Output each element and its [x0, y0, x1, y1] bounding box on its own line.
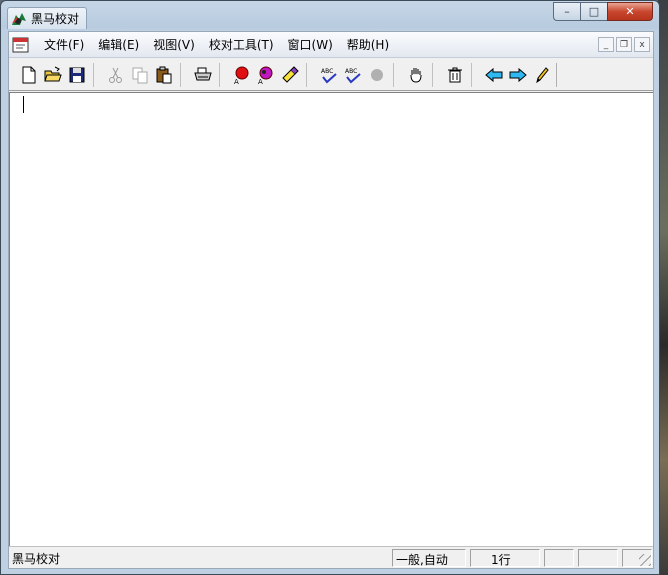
- maximize-button[interactable]: □: [580, 2, 607, 21]
- svg-text:ABC: ABC: [345, 68, 357, 75]
- stop-button[interactable]: [365, 63, 389, 87]
- spellcheck-button[interactable]: ABC: [317, 63, 341, 87]
- toolbar-group-clipboard: [104, 62, 181, 87]
- menu-proof-tools[interactable]: 校对工具(T): [202, 34, 281, 55]
- toolbar-group-nav: [482, 62, 561, 87]
- pencil-icon: [536, 66, 549, 83]
- proofread-purple-icon: A: [258, 66, 273, 85]
- window-title: 黑马校对: [31, 12, 80, 26]
- document-editor[interactable]: [9, 92, 653, 546]
- app-logo-icon: [12, 12, 26, 25]
- toolbar-group-proof: A A: [230, 62, 307, 87]
- status-bar: 黑马校对 一般,自动 1行: [9, 546, 653, 568]
- mdi-minimize-button[interactable]: _: [598, 37, 614, 52]
- highlight-button[interactable]: [278, 63, 302, 87]
- menu-edit[interactable]: 编辑(E): [91, 34, 146, 55]
- text-caret: [23, 96, 24, 113]
- menu-file[interactable]: 文件(F): [37, 34, 91, 55]
- toolbar-end-separator: [556, 62, 557, 87]
- proofread-alt-button[interactable]: A: [254, 63, 278, 87]
- close-button[interactable]: ✕: [607, 2, 653, 21]
- save-button[interactable]: [65, 63, 89, 87]
- cut-scissors-icon: [109, 67, 122, 83]
- stop-circle-icon: [371, 68, 383, 81]
- svg-text:A: A: [234, 78, 239, 85]
- arrow-right-icon: [509, 67, 527, 82]
- spellcheck-alt-button[interactable]: ABC: [341, 63, 365, 87]
- save-disk-icon: [69, 67, 85, 82]
- previous-button[interactable]: [482, 63, 506, 87]
- next-button[interactable]: [506, 63, 530, 87]
- window-controls: – □ ✕: [553, 2, 653, 21]
- print-button[interactable]: [191, 63, 215, 87]
- mdi-restore-button[interactable]: ❐: [616, 37, 632, 52]
- new-document-icon: [22, 66, 36, 83]
- trash-icon: [448, 67, 462, 82]
- open-folder-icon: [44, 66, 62, 81]
- proofread-button[interactable]: A: [230, 63, 254, 87]
- toolbar-group-delete: [443, 62, 472, 87]
- spellcheck-abc-icon: ABC: [321, 68, 337, 83]
- title-bar[interactable]: 黑马校对 – □ ✕: [1, 1, 659, 31]
- app-window: 黑马校对 – □ ✕ 文件(F) 编辑(E) 视图(V) 校对工具(T) 窗口(…: [0, 0, 660, 575]
- mdi-controls: _ ❐ x: [598, 37, 650, 52]
- status-line: 1行: [470, 549, 540, 567]
- svg-text:A: A: [258, 78, 263, 85]
- mdi-close-button[interactable]: x: [634, 37, 650, 52]
- arrow-left-icon: [485, 67, 503, 82]
- toolbar-group-print: [191, 62, 220, 87]
- menu-window[interactable]: 窗口(W): [281, 34, 340, 55]
- toolbar: A A ABC ABC: [9, 59, 653, 91]
- status-mode: 一般,自动: [392, 549, 466, 567]
- edit-button[interactable]: [530, 63, 554, 87]
- status-app-name: 黑马校对: [12, 552, 61, 566]
- copy-button[interactable]: [128, 63, 152, 87]
- open-button[interactable]: [41, 63, 65, 87]
- paste-clipboard-icon: [156, 66, 172, 83]
- highlighter-icon: [282, 65, 299, 83]
- client-area: 文件(F) 编辑(E) 视图(V) 校对工具(T) 窗口(W) 帮助(H) _ …: [8, 31, 654, 569]
- paste-button[interactable]: [152, 63, 176, 87]
- title-tab: 黑马校对: [7, 7, 87, 29]
- spellcheck-abc-alt-icon: ABC: [345, 68, 361, 83]
- resize-grip[interactable]: [639, 554, 651, 566]
- toolbar-group-file: [17, 62, 94, 87]
- hand-button[interactable]: [404, 63, 428, 87]
- new-button[interactable]: [17, 63, 41, 87]
- status-pane-empty-2: [578, 549, 618, 567]
- toolbar-group-hand: [404, 62, 433, 87]
- toolbar-group-spell: ABC ABC: [317, 62, 394, 87]
- proofread-red-icon: A: [234, 66, 249, 85]
- hand-icon: [410, 67, 422, 83]
- copy-icon: [132, 67, 148, 83]
- document-window-icon[interactable]: [11, 36, 31, 54]
- print-icon: [194, 67, 212, 80]
- delete-button[interactable]: [443, 63, 467, 87]
- minimize-button[interactable]: –: [553, 2, 580, 21]
- menu-view[interactable]: 视图(V): [146, 34, 202, 55]
- menu-help[interactable]: 帮助(H): [340, 34, 396, 55]
- status-pane-empty-1: [544, 549, 574, 567]
- cut-button[interactable]: [104, 63, 128, 87]
- menu-bar: 文件(F) 编辑(E) 视图(V) 校对工具(T) 窗口(W) 帮助(H) _ …: [9, 32, 653, 58]
- svg-text:ABC: ABC: [321, 68, 333, 75]
